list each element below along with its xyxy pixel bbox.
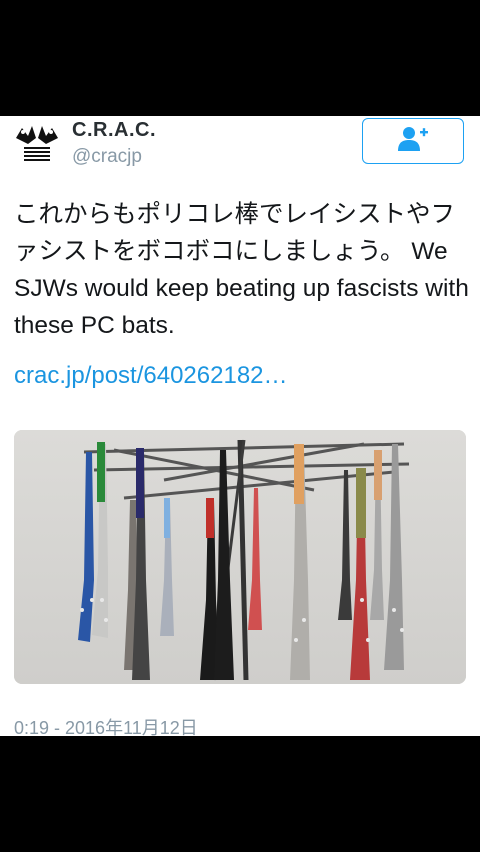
tweet-link[interactable]: crac.jp/post/640262182… bbox=[14, 362, 288, 390]
tweet-photo[interactable] bbox=[14, 430, 466, 684]
add-user-icon bbox=[397, 126, 429, 157]
tweet-text: これからもポリコレ棒でレイシストやファシストをボコボコにしましょう。 We SJ… bbox=[14, 196, 470, 344]
bats-photo bbox=[14, 430, 466, 684]
crac-logo[interactable] bbox=[14, 120, 60, 168]
author-handle[interactable]: @cracjp bbox=[72, 146, 142, 168]
author-name[interactable]: C.R.A.C. bbox=[72, 119, 156, 142]
follow-button[interactable] bbox=[362, 118, 464, 164]
tweet-text-ja: これからもポリコレ棒でレイシストやファシストをボコボコにしましょう。 bbox=[14, 201, 455, 265]
tweet-timestamp[interactable]: 0:19 - 2016年11月12日 bbox=[14, 714, 198, 736]
tweet-card: C.R.A.C. @cracjp これからもポリコレ棒でレイシストやファシストを… bbox=[0, 116, 480, 736]
